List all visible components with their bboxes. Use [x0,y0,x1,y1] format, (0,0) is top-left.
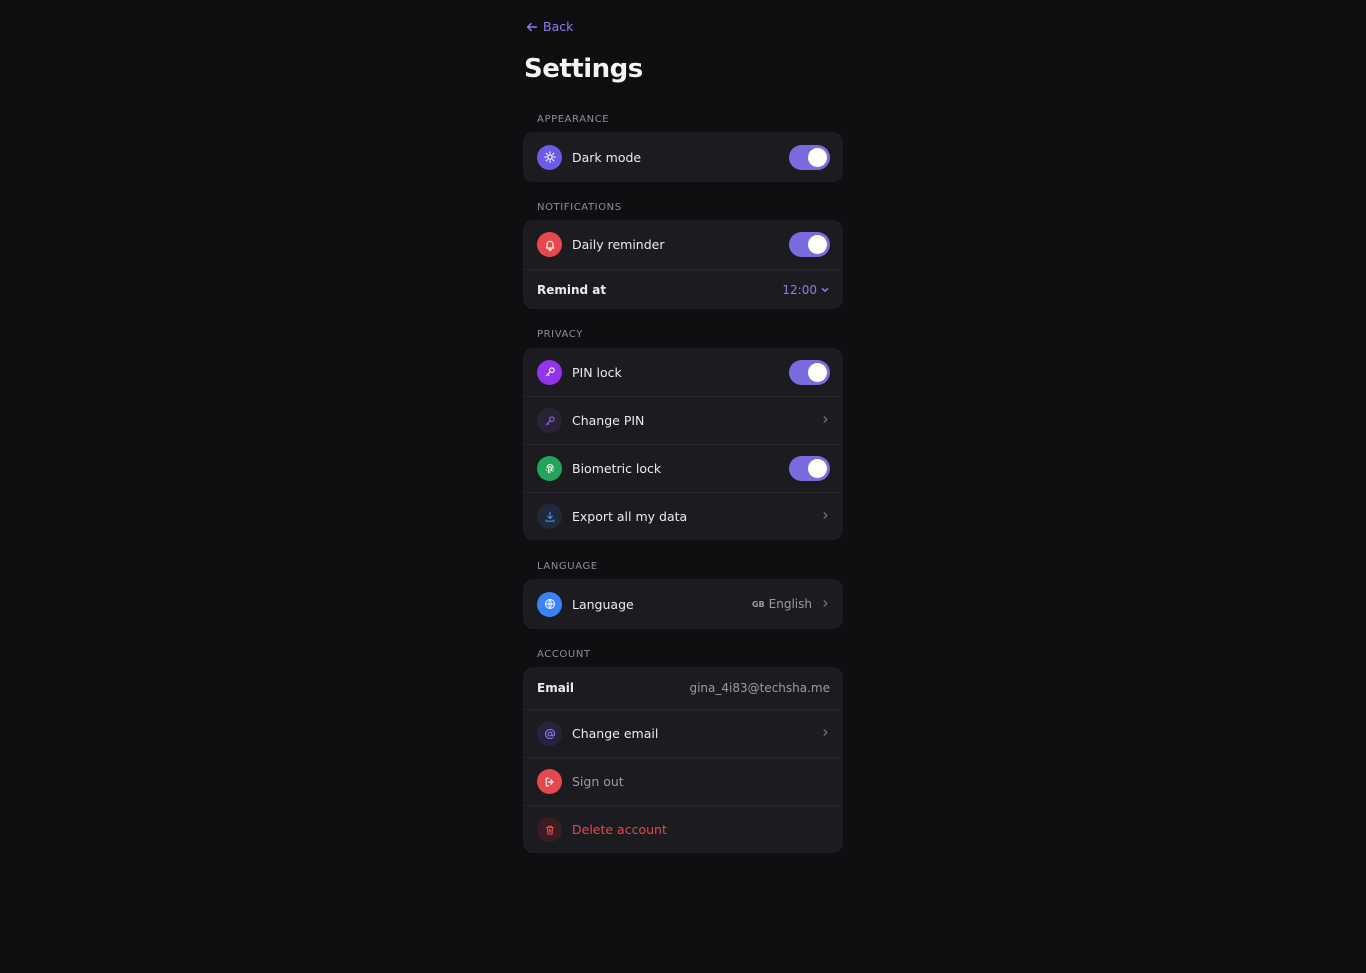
language-label: Language [572,596,634,612]
globe-icon [537,591,562,617]
arrow-left-icon [526,22,538,31]
chevron-right-icon [820,597,830,612]
chevron-right-icon [820,413,830,428]
language-current: English [768,597,812,611]
delete-account-row[interactable]: Delete account [523,805,843,853]
daily-reminder-row: Daily reminder [523,220,843,269]
email-value: gina_4i83@techsha.me [689,681,830,695]
section-label-notifications: Notifications [537,202,622,213]
change-email-row[interactable]: Change email [523,709,843,757]
chevron-right-icon [820,726,830,741]
back-label: Back [543,19,574,34]
dark-mode-toggle[interactable] [789,144,830,170]
pin-lock-toggle[interactable] [789,359,830,385]
section-label-language: Language [537,561,598,572]
remind-at-row: Remind at 12:00 [523,269,843,309]
section-label-appearance: Appearance [537,114,610,125]
biometric-lock-label: Biometric lock [572,461,662,476]
fingerprint-icon [537,456,562,481]
daily-reminder-toggle[interactable] [789,232,830,257]
language-value: GB English [752,597,812,611]
pin-lock-label: PIN lock [572,364,622,380]
back-link[interactable]: Back [525,19,573,34]
section-label-privacy: Privacy [537,329,583,340]
notifications-card: Daily reminder Remind at 12:00 [523,220,843,309]
dark-mode-row: Dark mode [523,132,843,182]
key-icon [537,408,562,433]
flag-gb-icon: GB [751,599,765,609]
remind-at-value: 12:00 [782,282,817,297]
download-icon [537,504,562,529]
remind-at-label: Remind at [537,282,607,297]
sign-out-label: Sign out [572,774,624,789]
account-card: Email gina_4i83@techsha.me Change email … [523,667,843,853]
appearance-card: Dark mode [523,132,843,182]
chevron-right-icon [820,509,830,524]
delete-account-label: Delete account [572,822,667,837]
bell-icon [537,232,562,257]
email-label: Email [537,681,575,695]
trash-icon [537,817,562,842]
dark-mode-label: Dark mode [572,149,642,165]
language-card: Language GB English [523,579,843,629]
export-data-row[interactable]: Export all my data [523,492,843,540]
key-icon [537,359,562,385]
change-pin-row[interactable]: Change PIN [523,396,843,444]
at-sign-icon [537,721,562,746]
biometric-lock-row: Biometric lock [523,444,843,492]
sun-icon [537,144,562,170]
pin-lock-row: PIN lock [523,348,843,396]
section-label-account: Account [537,649,591,660]
page-title: Settings [524,54,643,84]
chevron-down-icon [821,287,829,292]
remind-at-time-select[interactable]: 12:00 [782,283,830,297]
export-data-label: Export all my data [572,509,688,524]
sign-out-icon [537,769,562,794]
change-email-label: Change email [572,726,659,741]
daily-reminder-label: Daily reminder [572,237,665,252]
biometric-lock-toggle[interactable] [789,456,830,481]
change-pin-label: Change PIN [572,413,645,428]
privacy-card: PIN lock Change PIN Biometric lock Expor… [523,348,843,540]
sign-out-row[interactable]: Sign out [523,757,843,805]
language-row[interactable]: Language GB English [523,579,843,629]
email-row: Email gina_4i83@techsha.me [523,667,843,709]
